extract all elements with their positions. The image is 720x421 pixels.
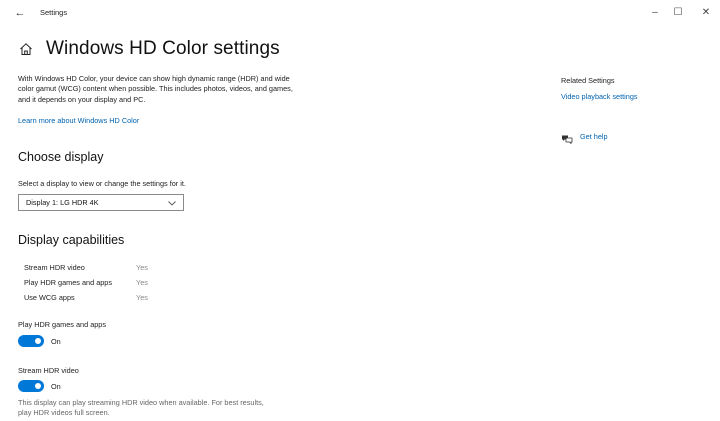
- capability-row: Use WCG apps Yes: [24, 290, 148, 305]
- toggle-state: On: [51, 336, 61, 346]
- capability-label: Use WCG apps: [24, 293, 75, 302]
- video-playback-settings-link[interactable]: Video playback settings: [561, 92, 638, 101]
- toggle-knob: [35, 338, 41, 344]
- toggle-state: On: [51, 381, 61, 391]
- capability-value: Yes: [136, 293, 148, 302]
- display-capabilities-heading: Display capabilities: [18, 233, 125, 247]
- choose-display-description: Select a display to view or change the s…: [18, 179, 186, 188]
- capability-label: Stream HDR video: [24, 263, 85, 272]
- page-header: Windows HD Color settings: [18, 38, 280, 60]
- learn-more-link[interactable]: Learn more about Windows HD Color: [18, 116, 139, 125]
- capabilities-table: Stream HDR video Yes Play HDR games and …: [24, 260, 148, 305]
- stream-hdr-description: This display can play streaming HDR vide…: [18, 398, 264, 418]
- window-title: Settings: [40, 8, 68, 17]
- related-settings-heading: Related Settings: [561, 76, 615, 85]
- settings-window: ← Settings – ☐ ✕ Windows HD Color settin…: [0, 0, 720, 421]
- hdr-games-toggle[interactable]: On: [18, 335, 61, 347]
- capability-row: Stream HDR video Yes: [24, 260, 148, 275]
- back-arrow-icon[interactable]: ←: [8, 3, 32, 23]
- hdr-stream-toggle-label: Stream HDR video: [18, 366, 79, 375]
- help-chat-icon: [561, 131, 573, 145]
- maximize-button[interactable]: ☐: [666, 3, 690, 21]
- capability-value: Yes: [136, 278, 148, 287]
- chevron-down-icon: [167, 198, 177, 208]
- minimize-button[interactable]: –: [643, 3, 667, 21]
- toggle-knob: [35, 383, 41, 389]
- toggle-switch[interactable]: [18, 380, 44, 392]
- hdr-stream-toggle[interactable]: On: [18, 380, 61, 392]
- capability-row: Play HDR games and apps Yes: [24, 275, 148, 290]
- get-help-link[interactable]: Get help: [561, 131, 608, 145]
- toggle-switch[interactable]: [18, 335, 44, 347]
- home-icon[interactable]: [18, 41, 34, 57]
- choose-display-heading: Choose display: [18, 150, 104, 164]
- get-help-label: Get help: [580, 131, 608, 141]
- title-bar: ← Settings – ☐ ✕: [0, 0, 720, 30]
- display-select[interactable]: Display 1: LG HDR 4K: [18, 194, 184, 211]
- capability-value: Yes: [136, 263, 148, 272]
- display-select-value: Display 1: LG HDR 4K: [26, 198, 99, 207]
- intro-text: With Windows HD Color, your device can s…: [18, 74, 293, 104]
- page-title: Windows HD Color settings: [46, 38, 280, 59]
- hdr-games-toggle-label: Play HDR games and apps: [18, 320, 107, 329]
- capability-label: Play HDR games and apps: [24, 278, 113, 287]
- close-button[interactable]: ✕: [694, 3, 718, 21]
